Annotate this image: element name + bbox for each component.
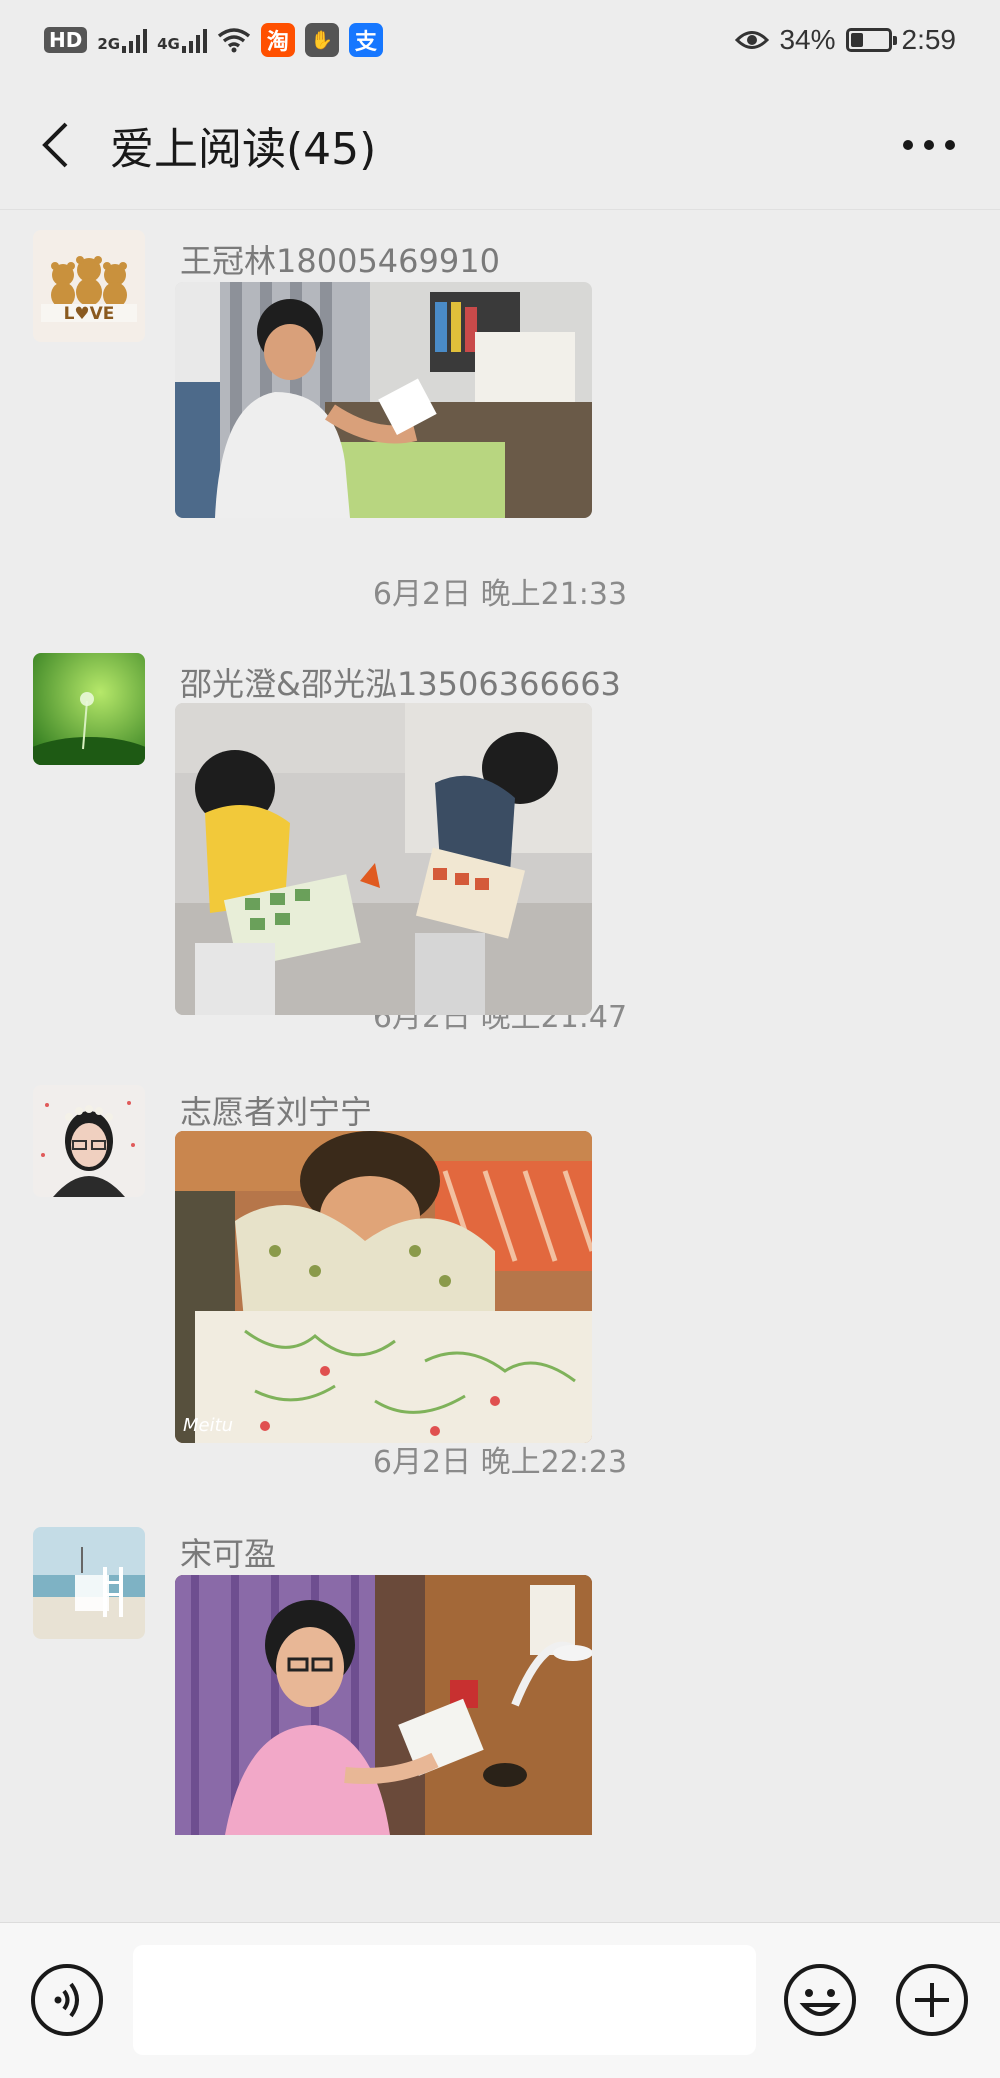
back-chevron-icon bbox=[42, 122, 68, 167]
teddy-bears-love-avatar: L♥VE bbox=[33, 230, 145, 342]
hand-icon: ✋ bbox=[304, 23, 339, 57]
timestamp: 6月2日 晚上22:23 bbox=[372, 1445, 628, 1480]
timestamp: 6月2日 晚上21:33 bbox=[372, 577, 628, 612]
network-2-label: 4G bbox=[157, 35, 180, 53]
voice-icon bbox=[31, 1964, 103, 2036]
message-item: 宋可盈 bbox=[0, 1523, 1000, 1835]
more-actions-button[interactable] bbox=[895, 1963, 969, 2041]
photo-watermark: Meitu bbox=[183, 1415, 233, 1436]
alipay-icon: 支 bbox=[348, 23, 383, 57]
chat-title: 爱上阅读(45) bbox=[110, 123, 377, 175]
dandelion-green-avatar bbox=[33, 653, 145, 765]
back-button[interactable] bbox=[0, 80, 110, 210]
message-item: L♥VE 王冠林18005469910 bbox=[0, 210, 1000, 565]
signal-1-icon bbox=[122, 27, 148, 53]
message-photo[interactable] bbox=[175, 1575, 592, 1835]
status-bar-left: HD 2G 4G 淘 ✋ 支 bbox=[44, 23, 383, 57]
woman-glasses-flower-crown-avatar bbox=[33, 1085, 145, 1197]
battery-fill bbox=[850, 33, 863, 47]
avatar[interactable] bbox=[33, 1085, 145, 1197]
message-photo[interactable]: Meitu bbox=[175, 1131, 592, 1443]
emoji-icon bbox=[784, 1964, 856, 2036]
network-1: 2G bbox=[97, 27, 148, 53]
message-photo[interactable] bbox=[175, 282, 592, 518]
plus-icon bbox=[896, 1964, 968, 2036]
wifi-icon bbox=[217, 28, 250, 53]
voice-button[interactable] bbox=[30, 1963, 104, 2041]
signal-2-icon bbox=[181, 27, 207, 53]
input-bar bbox=[0, 1922, 1000, 2078]
battery-percent: 34% bbox=[779, 24, 836, 55]
hd-badge: HD bbox=[44, 27, 88, 53]
eye-icon bbox=[735, 31, 770, 49]
status-bar: HD 2G 4G 淘 ✋ 支 34% 2:59 bbox=[0, 0, 1000, 80]
battery-icon bbox=[845, 28, 897, 52]
taobao-icon: 淘 bbox=[260, 23, 295, 57]
sender-name: 王冠林18005469910 bbox=[180, 242, 500, 280]
sender-name: 宋可盈 bbox=[180, 1535, 277, 1573]
message-input[interactable] bbox=[133, 1945, 756, 2055]
two-kids-reading-on-sofa-photo bbox=[175, 703, 592, 1015]
emoji-button[interactable] bbox=[783, 1963, 857, 2041]
avatar[interactable] bbox=[33, 1527, 145, 1639]
status-bar-right: 34% 2:59 bbox=[735, 24, 956, 56]
avatar[interactable] bbox=[33, 653, 145, 765]
network-1-label: 2G bbox=[97, 35, 121, 53]
boy-reading-at-desk-photo bbox=[175, 282, 592, 518]
clock: 2:59 bbox=[901, 24, 957, 55]
svg-text:L♥VE: L♥VE bbox=[64, 304, 115, 324]
network-2: 4G bbox=[157, 27, 207, 53]
message-item: 志愿者刘宁宁 Meitu bbox=[0, 1073, 1000, 1453]
girl-reading-with-lamp-photo bbox=[175, 1575, 592, 1835]
chat-header: 爱上阅读(45) bbox=[0, 80, 1000, 210]
avatar[interactable]: L♥VE bbox=[33, 230, 145, 342]
message-item: 邵光澄&邵光泓13506366663 bbox=[0, 645, 1000, 1015]
more-button[interactable] bbox=[894, 110, 964, 180]
more-dots-icon bbox=[903, 140, 955, 150]
message-list[interactable]: L♥VE 王冠林18005469910 6月2日 晚上21:33 邵光澄&邵光泓… bbox=[0, 210, 1000, 1920]
message-photo[interactable] bbox=[175, 703, 592, 1015]
seaside-chair-avatar bbox=[33, 1527, 145, 1639]
child-reading-big-picture-book-photo: Meitu bbox=[175, 1131, 592, 1443]
sender-name: 邵光澄&邵光泓13506366663 bbox=[180, 665, 621, 703]
sender-name: 志愿者刘宁宁 bbox=[180, 1093, 373, 1131]
